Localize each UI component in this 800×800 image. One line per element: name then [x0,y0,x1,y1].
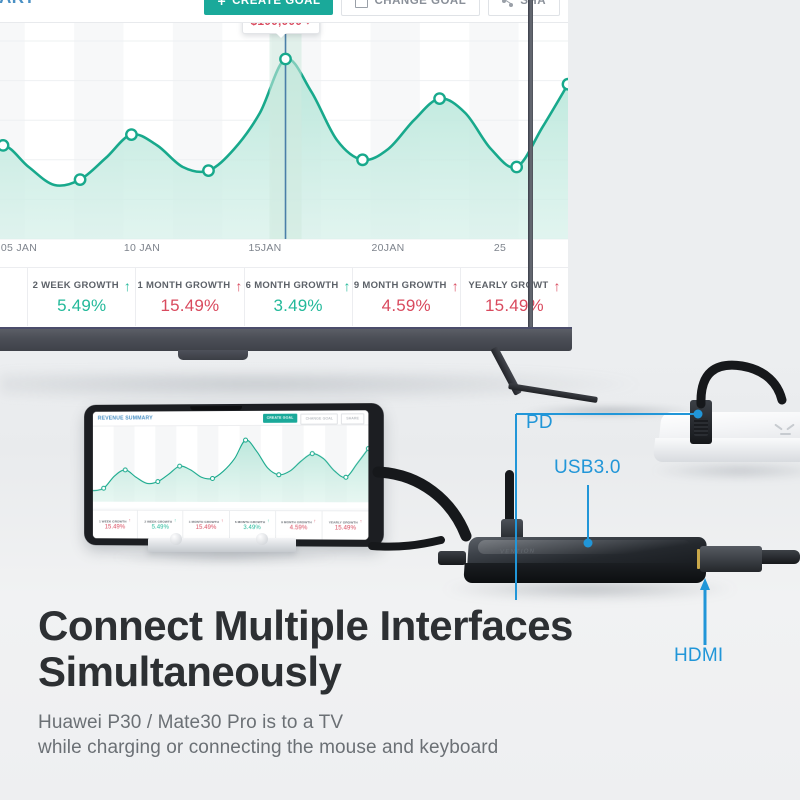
subcopy: Huawei P30 / Mate30 Pro is to a TV while… [38,710,738,760]
headline-line-2: Simultaneously [38,649,718,695]
hub-brand-mark: VENTION [499,549,535,556]
subcopy-line-1: Huawei P30 / Mate30 Pro is to a TV [38,710,738,735]
usb-hub-dock: VENTION [460,537,706,591]
hdmi-plug [700,546,762,572]
callout-label-usb3: USB3.0 [554,457,621,479]
headline-line-1: Connect Multiple Interfaces [38,603,718,649]
headline: Connect Multiple Interfaces Simultaneous… [38,603,718,695]
hub-left-connector [438,551,466,565]
hub-front-face [463,563,706,583]
callout-label-pd: PD [526,412,553,434]
subcopy-line-2: while charging or connecting the mouse a… [38,735,738,760]
usbc-cable [505,470,514,526]
product-marketing-image: UE SUMMARY + CREATE GOAL CHANGE GOAL S [0,0,800,800]
